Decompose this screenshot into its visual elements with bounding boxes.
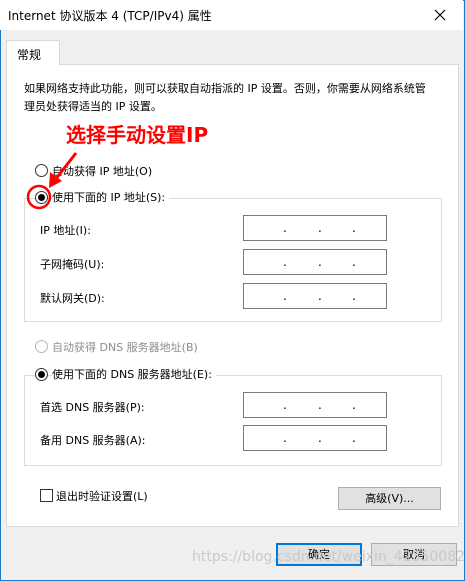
- validate-on-exit-checkbox[interactable]: [40, 489, 53, 502]
- preferred-dns-field[interactable]: ...: [243, 392, 387, 418]
- ip-address-field[interactable]: ...: [243, 215, 387, 241]
- validate-on-exit-label[interactable]: 退出时验证设置(L): [56, 488, 148, 504]
- dns-settings-group: [24, 375, 442, 466]
- manual-ip-label[interactable]: 使用下面的 IP 地址(S):: [52, 189, 170, 205]
- tab-general-label: 常规: [17, 48, 42, 62]
- preferred-dns-label: 首选 DNS 服务器(P):: [40, 401, 145, 414]
- subnet-mask-label: 子网掩码(U):: [40, 258, 105, 271]
- tab-general[interactable]: 常规: [6, 40, 60, 66]
- close-icon: [434, 9, 446, 21]
- description-text: 如果网络支持此功能，则可以获取自动指派的 IP 设置。否则，你需要从网络系统管理…: [24, 82, 426, 113]
- close-button[interactable]: [417, 0, 463, 30]
- auto-ip-label[interactable]: 自动获得 IP 地址(O): [52, 163, 152, 179]
- manual-dns-radio[interactable]: [35, 368, 48, 381]
- default-gateway-field[interactable]: ...: [243, 283, 387, 309]
- window-title: Internet 协议版本 4 (TCP/IPv4) 属性: [8, 9, 212, 23]
- watermark: https://blog.csdn.net/weixin_42350082: [192, 549, 465, 565]
- default-gateway-label: 默认网关(D):: [40, 292, 105, 305]
- annotation-text: 选择手动设置IP: [66, 123, 209, 147]
- manual-ip-radio[interactable]: [35, 191, 48, 204]
- ip-address-label: IP 地址(I):: [40, 224, 91, 237]
- advanced-button[interactable]: 高级(V)...: [338, 487, 441, 510]
- alternate-dns-field[interactable]: ...: [243, 425, 387, 451]
- subnet-mask-field[interactable]: ...: [243, 249, 387, 275]
- title-bar: Internet 协议版本 4 (TCP/IPv4) 属性: [0, 0, 463, 30]
- auto-dns-radio[interactable]: [35, 340, 48, 353]
- alternate-dns-label: 备用 DNS 服务器(A):: [40, 434, 146, 447]
- auto-dns-label[interactable]: 自动获得 DNS 服务器地址(B): [52, 339, 198, 355]
- manual-dns-label[interactable]: 使用下面的 DNS 服务器地址(E):: [52, 366, 216, 382]
- auto-ip-radio[interactable]: [35, 164, 48, 177]
